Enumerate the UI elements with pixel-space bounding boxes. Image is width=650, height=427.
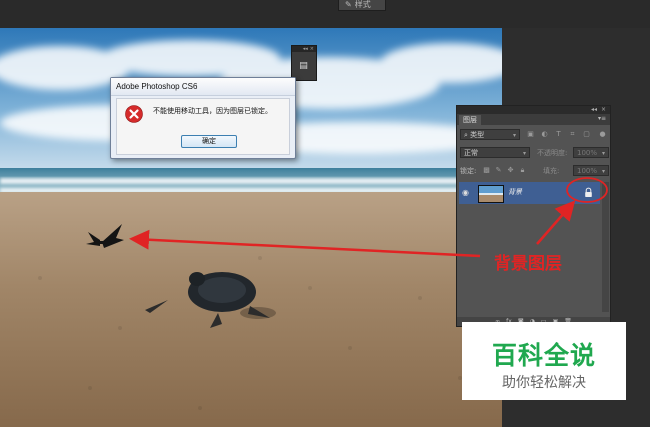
scrollbar[interactable] xyxy=(602,182,609,312)
photoshop-workspace: ✎ 样式 ◂◂ × ▤ Adobe Photoshop CS6 不能使用移动工具… xyxy=(0,0,650,427)
layers-panel: ◂◂ × 图层 ▾≡ ⌕ 类型 ▾ ▣ ◐ T ⌗ ▢ ● 正常 ▾ 不透明度: xyxy=(456,105,611,327)
pixel-filter-icon[interactable]: ▣ xyxy=(526,130,535,139)
chevron-down-icon: ▾ xyxy=(512,132,516,139)
chevron-down-icon: ▾ xyxy=(522,150,526,157)
chevron-down-icon: ▾ xyxy=(601,168,605,175)
filter-row: ⌕ 类型 ▾ ▣ ◐ T ⌗ ▢ ● xyxy=(460,129,607,141)
layer-name: 背景 xyxy=(508,188,522,196)
lock-icon[interactable] xyxy=(583,187,594,198)
lock-transparent-icon[interactable]: ▩ xyxy=(482,166,491,175)
filter-kind-value: 类型 xyxy=(470,131,485,139)
dialog-body: 不能使用移动工具，因为图层已锁定。 确定 xyxy=(116,98,290,155)
fill-label: 填充: xyxy=(543,167,560,175)
mini-panel-bar: ◂◂ × xyxy=(292,46,316,52)
collapse-icon[interactable]: ◂◂ xyxy=(591,106,597,114)
opacity-input[interactable]: 100% ▾ xyxy=(573,147,609,158)
opacity-label: 不透明度: xyxy=(537,149,568,157)
shape-filter-icon[interactable]: ⌗ xyxy=(568,130,577,139)
watermark-title: 百科全说 xyxy=(491,341,596,370)
style-chip[interactable]: ✎ 样式 xyxy=(338,0,386,11)
mini-panel[interactable]: ◂◂ × ▤ xyxy=(291,45,317,81)
blend-row: 正常 ▾ 不透明度: 100% ▾ xyxy=(460,147,609,159)
close-icon[interactable]: × xyxy=(601,106,606,114)
adjustment-filter-icon[interactable]: ◐ xyxy=(540,130,549,139)
annotation-label: 背景图层 xyxy=(494,254,562,274)
error-dialog: Adobe Photoshop CS6 不能使用移动工具，因为图层已锁定。 确定 xyxy=(110,77,296,159)
filter-kind-select[interactable]: ⌕ 类型 ▾ xyxy=(460,129,520,140)
fill-value: 100% xyxy=(577,167,598,175)
lock-label: 锁定: xyxy=(460,167,477,175)
watermark-box: 百科全说 助你轻松解决 xyxy=(462,322,626,400)
close-icon[interactable]: × xyxy=(310,46,314,52)
eye-icon[interactable]: ◉ xyxy=(462,188,472,198)
type-filter-icon[interactable]: T xyxy=(554,130,563,139)
style-chip-label: 样式 xyxy=(354,0,371,9)
layers-panel-bar: ◂◂ × xyxy=(457,106,610,114)
panel-menu-icon[interactable]: ▾≡ xyxy=(598,114,606,124)
lock-row: 锁定: ▩ ✎ ✥ 🔒︎ 填充: 100% ▾ xyxy=(460,165,609,177)
dialog-message: 不能使用移动工具，因为图层已锁定。 xyxy=(153,107,272,115)
lock-image-icon[interactable]: ✎ xyxy=(494,166,503,175)
opacity-value: 100% xyxy=(577,149,598,157)
fill-input[interactable]: 100% ▾ xyxy=(573,165,609,176)
layer-thumbnail xyxy=(478,185,504,203)
watermark-subtitle: 助你轻松解决 xyxy=(502,375,586,391)
collapse-icon[interactable]: ◂◂ xyxy=(303,46,308,52)
brush-icon: ✎ xyxy=(345,0,352,9)
ok-button[interactable]: 确定 xyxy=(181,135,237,148)
filter-toggle-icon[interactable]: ● xyxy=(598,130,607,139)
lock-position-icon[interactable]: ✥ xyxy=(506,166,515,175)
blend-mode-value: 正常 xyxy=(464,149,478,157)
chevron-down-icon: ▾ xyxy=(601,150,605,157)
tab-layers[interactable]: 图层 xyxy=(459,115,481,125)
smart-filter-icon[interactable]: ▢ xyxy=(582,130,591,139)
lock-all-icon[interactable]: 🔒︎ xyxy=(518,166,527,175)
dialog-title: Adobe Photoshop CS6 xyxy=(111,78,295,96)
info-panel-icon[interactable]: ▤ xyxy=(298,60,309,73)
layers-tab-row: 图层 ▾≡ xyxy=(457,114,610,125)
blend-mode-select[interactable]: 正常 ▾ xyxy=(460,147,530,158)
layer-row-background[interactable]: ◉ 背景 xyxy=(459,182,600,204)
error-x-icon xyxy=(125,105,143,123)
